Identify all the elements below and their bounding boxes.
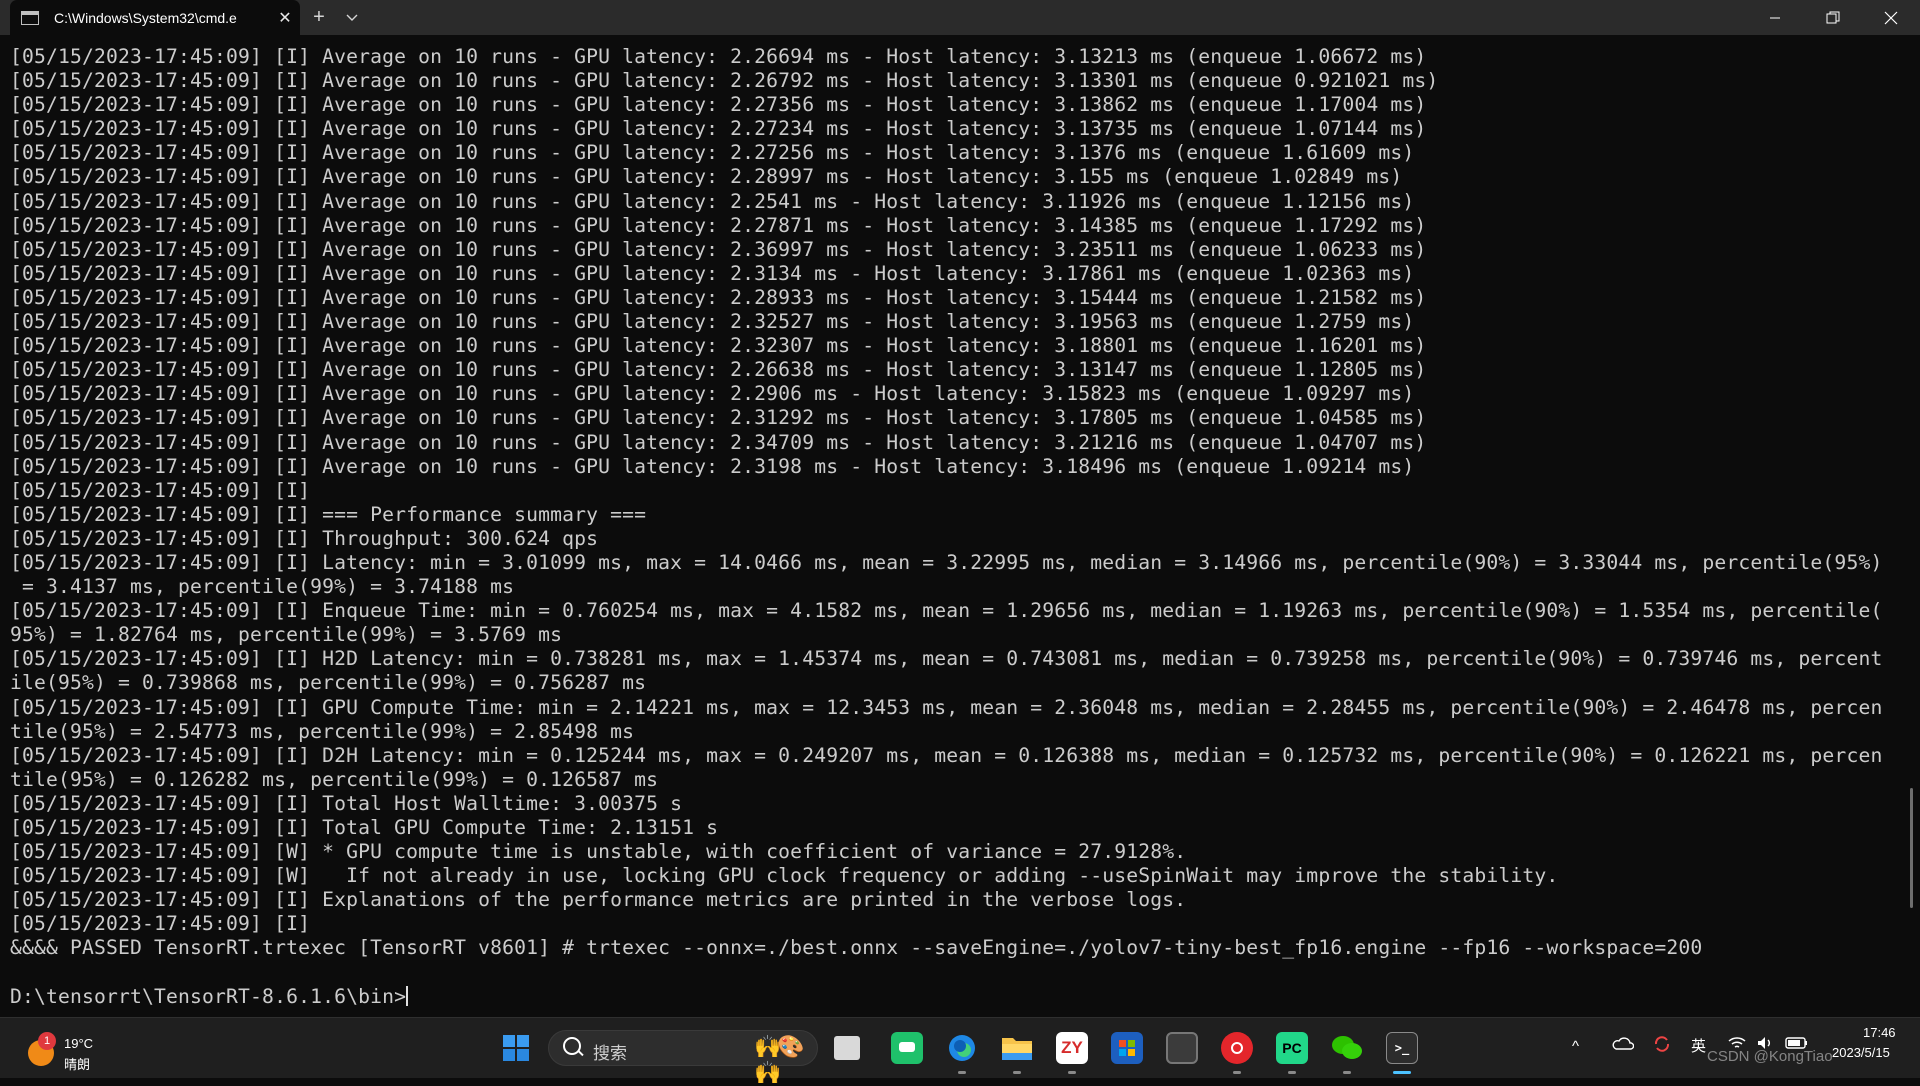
plus-icon[interactable]: +: [300, 0, 338, 35]
pycharm-running-indicator: [1288, 1071, 1296, 1074]
sync-icon[interactable]: [1652, 1034, 1672, 1058]
title-bar: C:\Windows\System32\cmd.e ✕ +: [0, 0, 1920, 35]
zy-app-icon[interactable]: ZY: [1056, 1032, 1088, 1064]
scrollbar[interactable]: [1910, 788, 1913, 908]
wechat-icon[interactable]: [1331, 1032, 1363, 1064]
cmd-icon: [21, 10, 39, 25]
console-line: [05/15/2023-17:45:09] [I] Average on 10 …: [10, 45, 1427, 68]
console-line: [05/15/2023-17:45:09] [I] D2H Latency: m…: [10, 743, 1883, 767]
console-line: [05/15/2023-17:45:09] [I] Average on 10 …: [10, 69, 1439, 93]
task-view-icon[interactable]: [834, 1036, 860, 1060]
notification-badge: 1: [38, 1032, 56, 1050]
terminal-icon[interactable]: >_: [1386, 1032, 1418, 1064]
zy-running-indicator: [1068, 1071, 1076, 1074]
close-icon[interactable]: ✕: [270, 8, 300, 28]
explorer-running-indicator: [1013, 1071, 1021, 1074]
search-placeholder: 搜索: [593, 1044, 627, 1063]
maximize-icon[interactable]: [1804, 0, 1862, 35]
wechat-work-icon[interactable]: [891, 1032, 923, 1064]
console-line: [05/15/2023-17:45:09] [I] Average on 10 …: [10, 285, 1427, 309]
console-line: [05/15/2023-17:45:09] [I] Average on 10 …: [10, 141, 1415, 165]
edge-icon[interactable]: [946, 1032, 978, 1064]
console-line: [05/15/2023-17:45:09] [I] Average on 10 …: [10, 261, 1415, 285]
search-input[interactable]: 搜索 🙌🎨🙌: [548, 1030, 818, 1085]
ime-indicator[interactable]: 英: [1691, 1035, 1706, 1056]
command-prompt: D:\tensorrt\TensorRT-8.6.1.6\bin>: [10, 984, 407, 1008]
weather-widget[interactable]: 1 19°C 晴朗: [24, 1032, 114, 1072]
terminal-gray-icon[interactable]: [1166, 1032, 1198, 1064]
close-window-icon[interactable]: [1862, 0, 1920, 35]
console-line: [05/15/2023-17:45:09] [W] * GPU compute …: [10, 840, 1187, 864]
console-line: [05/15/2023-17:45:09] [I] H2D Latency: m…: [10, 647, 1883, 671]
tab-cmd[interactable]: C:\Windows\System32\cmd.e ✕: [10, 0, 300, 35]
store-icon[interactable]: [1111, 1032, 1143, 1064]
netease-music-icon[interactable]: [1221, 1032, 1253, 1064]
console-line: [05/15/2023-17:45:09] [I] === Performanc…: [10, 502, 647, 526]
console-line: [05/15/2023-17:45:09] [I] Explanations o…: [10, 888, 1187, 912]
console-line: [05/15/2023-17:45:09] [I] Average on 10 …: [10, 382, 1415, 406]
text-cursor: [406, 985, 409, 1006]
console-line: [05/15/2023-17:45:09] [I] Average on 10 …: [10, 454, 1415, 478]
console-line: ile(95%) = 0.739868 ms, percentile(99%) …: [10, 671, 647, 695]
console-line: [05/15/2023-17:45:09] [I]: [10, 912, 311, 936]
file-explorer-icon[interactable]: [1001, 1032, 1033, 1064]
console-line: [05/15/2023-17:45:09] [I] Latency: min =…: [10, 550, 1883, 574]
console-line: [05/15/2023-17:45:09] [I] Average on 10 …: [10, 406, 1427, 430]
console-line: tile(95%) = 2.54773 ms, percentile(99%) …: [10, 719, 635, 743]
console-line: [05/15/2023-17:45:09] [W] If not already…: [10, 864, 1559, 888]
onedrive-icon[interactable]: [1612, 1036, 1635, 1054]
chevron-down-icon[interactable]: [338, 0, 366, 35]
console-line: = 3.4137 ms, percentile(99%) = 3.74188 m…: [10, 575, 515, 599]
console-line: [05/15/2023-17:45:09] [I] Average on 10 …: [10, 237, 1427, 261]
search-icon: [563, 1037, 581, 1055]
console-line: [05/15/2023-17:45:09] [I]: [10, 478, 311, 502]
edge-running-indicator: [958, 1071, 966, 1074]
clock-date[interactable]: 2023/5/15: [1832, 1045, 1890, 1060]
weather-temp: 19°C: [64, 1036, 94, 1051]
console-line: [05/15/2023-17:45:09] [I] Average on 10 …: [10, 117, 1427, 141]
console-line: [05/15/2023-17:45:09] [I] Enqueue Time: …: [10, 599, 1883, 623]
console-line: tile(95%) = 0.126282 ms, percentile(99%)…: [10, 767, 659, 791]
console-line: [05/15/2023-17:45:09] [I] Total GPU Comp…: [10, 816, 719, 839]
console-line: [05/15/2023-17:45:09] [I] Average on 10 …: [10, 165, 1403, 189]
taskbar: 1 19°C 晴朗 搜索 🙌🎨🙌 ZY PC >_ ^ 英 17:46 2023…: [0, 1017, 1920, 1085]
minimize-icon[interactable]: [1746, 0, 1804, 35]
weather-condition: 晴朗: [64, 1057, 91, 1072]
console-line: [05/15/2023-17:45:09] [I] Average on 10 …: [10, 189, 1415, 213]
start-icon[interactable]: [500, 1032, 532, 1064]
tab-title: C:\Windows\System32\cmd.e: [54, 9, 237, 26]
watermark: CSDN @KongTiao: [1707, 1048, 1833, 1065]
console-line: [05/15/2023-17:45:09] [I] Average on 10 …: [10, 310, 1415, 334]
console-line: [05/15/2023-17:45:09] [I] Average on 10 …: [10, 213, 1427, 237]
clock-time[interactable]: 17:46: [1863, 1025, 1896, 1040]
search-highlight-art: 🙌🎨🙌: [754, 1034, 805, 1085]
console-line: [05/15/2023-17:45:09] [I] GPU Compute Ti…: [10, 695, 1883, 719]
terminal-active-indicator: [1393, 1071, 1411, 1074]
console-line: [05/15/2023-17:45:09] [I] Total Host Wal…: [10, 791, 683, 815]
console-line: &&&& PASSED TensorRT.trtexec [TensorRT v…: [10, 936, 1703, 960]
console-line: [05/15/2023-17:45:09] [I] Average on 10 …: [10, 358, 1427, 382]
music-running-indicator: [1233, 1071, 1241, 1074]
prompt-line[interactable]: D:\tensorrt\TensorRT-8.6.1.6\bin>: [10, 985, 1905, 1009]
wechat-running-indicator: [1343, 1071, 1351, 1074]
pycharm-icon[interactable]: PC: [1276, 1032, 1308, 1064]
console-line: 95%) = 1.82764 ms, percentile(99%) = 3.5…: [10, 623, 563, 647]
console-output[interactable]: [05/15/2023-17:45:09] [I] Average on 10 …: [10, 45, 1905, 1010]
console-line: [05/15/2023-17:45:09] [I] Average on 10 …: [10, 430, 1427, 454]
tray-overflow-chevron[interactable]: ^: [1572, 1038, 1579, 1055]
console-line: [05/15/2023-17:45:09] [I] Throughput: 30…: [10, 526, 599, 550]
console-line: [05/15/2023-17:45:09] [I] Average on 10 …: [10, 334, 1427, 358]
console-line: [05/15/2023-17:45:09] [I] Average on 10 …: [10, 93, 1427, 117]
